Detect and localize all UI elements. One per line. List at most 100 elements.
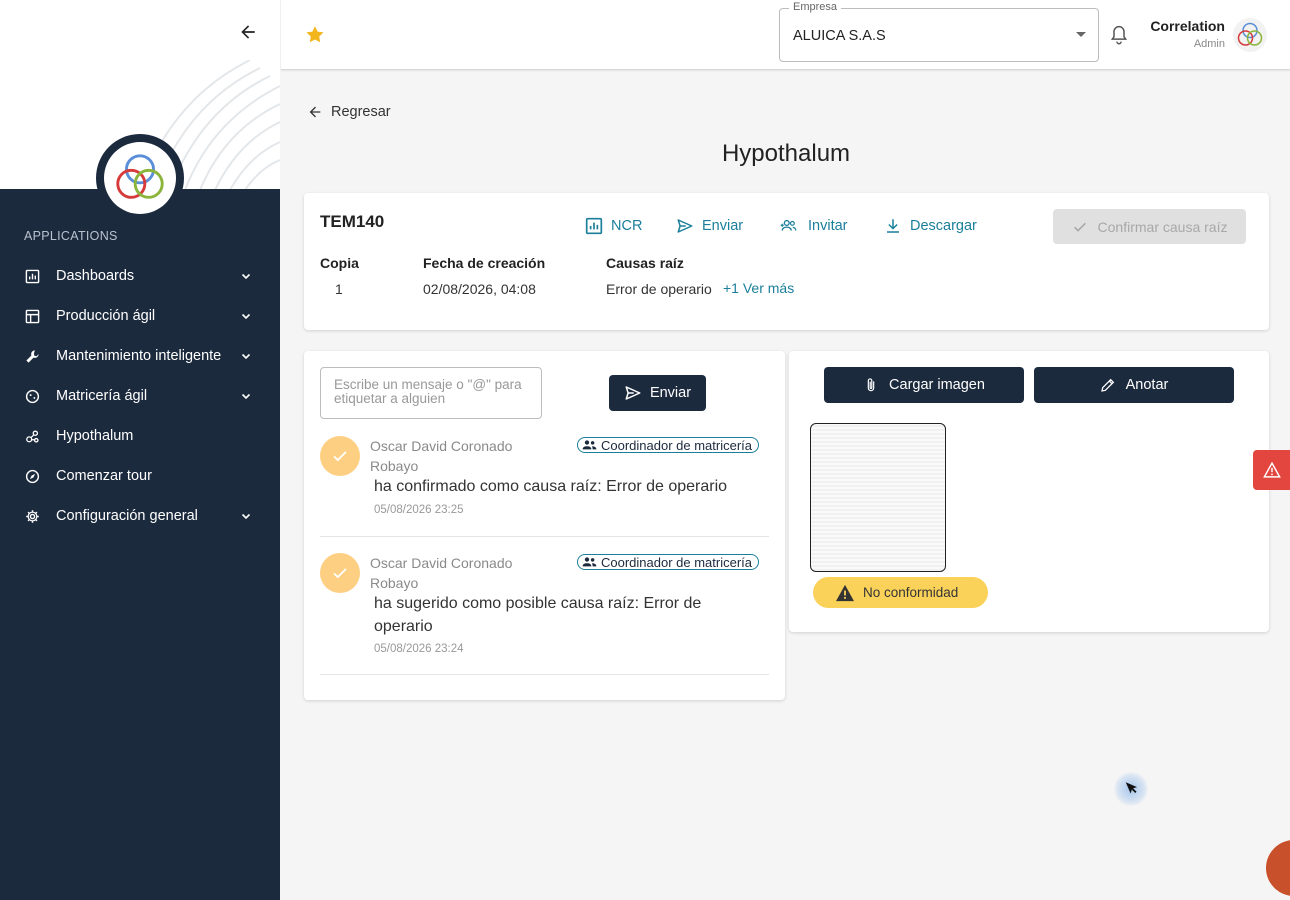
arrow-left-icon [241,25,255,39]
status-badge-label: No conformidad [863,585,959,600]
company-select-value: ALUICA S.A.S [793,28,886,44]
role-badge-label: Coordinador de matricería [601,554,753,570]
report-issue-button[interactable] [1253,450,1290,490]
send-button[interactable]: Enviar [676,217,743,235]
causes-label: Causas raíz [606,255,684,271]
check-icon [320,436,360,476]
send-icon [625,386,641,400]
message-input[interactable] [320,367,542,419]
sidebar-item-produccion-agil[interactable]: Producción ágil [0,296,280,336]
arrow-left-icon [309,106,321,118]
warning-icon [1262,462,1281,478]
causes-value: Error de operario [606,281,712,297]
role-badge: Coordinador de matricería [577,437,760,453]
sidebar-item-label: Hypothalum [56,428,134,444]
record-code: TEM140 [320,212,385,231]
caret-down-icon [1076,32,1086,37]
star-icon[interactable] [303,23,327,47]
page-title: Hypothalum [721,140,851,167]
download-label: Descargar [910,218,977,234]
user-role: Admin [1193,38,1225,50]
sidebar-item-mantenimiento-inteligente[interactable]: Mantenimiento inteligente [0,336,280,376]
chevron-down-icon [240,310,252,322]
rings-logo-icon [1237,22,1263,46]
copy-value: 1 [335,281,343,297]
message-text: ha sugerido como posible causa raíz: Err… [374,595,702,635]
confirm-root-cause-button[interactable]: Confirmar causa raíz [1053,209,1246,244]
ncr-button[interactable]: NCR [585,217,642,235]
sidebar: APPLICATIONS Dashboards Producción ágil … [0,0,280,900]
message-time: 05/08/2026 23:25 [374,504,464,516]
date-label: Fecha de creación [423,255,546,271]
globe-icon [24,388,40,404]
pencil-icon [1100,378,1114,392]
upload-image-button[interactable]: Cargar imagen [824,367,1024,403]
confirm-label: Confirmar causa raíz [1097,218,1228,235]
mouse-cursor-icon [1114,772,1148,806]
see-more-link[interactable]: +1 Ver más [723,280,794,296]
send-message-button[interactable]: Enviar [609,375,706,411]
send-icon [677,219,693,233]
sidebar-item-label: Producción ágil [56,308,156,324]
gear-icon [24,508,40,524]
compass-icon [24,468,40,484]
sidebar-item-comenzar-tour[interactable]: Comenzar tour [0,456,280,496]
top-header: Empresa ALUICA S.A.S Correlation Admin [281,0,1290,70]
table-icon [24,308,40,324]
sidebar-item-configuracion-general[interactable]: Configuración general [0,496,280,536]
chat-support-button[interactable] [1266,840,1290,896]
bell-icon[interactable] [1109,24,1129,46]
paperclip-icon [867,378,875,392]
sidebar-item-hypothalum[interactable]: Hypothalum [0,416,280,456]
chevron-down-icon [240,510,252,522]
invite-button[interactable]: Invitar [778,217,848,235]
applications-label: APPLICATIONS [24,229,118,243]
annotate-button[interactable]: Anotar [1034,367,1234,403]
role-badge-label: Coordinador de matricería [601,437,753,453]
sidebar-item-label: Configuración general [56,508,198,524]
role-badge: Coordinador de matricería [577,554,760,570]
sidebar-item-label: Matricería ágil [56,388,148,404]
company-select[interactable]: Empresa ALUICA S.A.S [779,1,1099,62]
status-badge: No conformidad [813,577,988,608]
molecule-icon [24,428,40,444]
sidebar-nav: Dashboards Producción ágil Mantenimiento… [0,256,280,536]
date-value: 02/08/2026, 04:08 [423,281,536,297]
chevron-down-icon [240,390,252,402]
download-button[interactable]: Descargar [884,217,977,235]
upload-image-label: Cargar imagen [889,377,985,393]
sidebar-item-label: Mantenimiento inteligente [56,348,222,364]
image-thumbnail[interactable] [810,423,946,572]
message-author: Oscar David Coronado Robayo [370,555,513,591]
message-author: Oscar David Coronado Robayo [370,438,513,474]
check-icon [1073,222,1086,232]
sidebar-item-label: Dashboards [56,268,135,284]
chevron-down-icon [240,350,252,362]
send-message-label: Enviar [649,385,692,401]
user-name: Correlation [1150,18,1225,34]
bar-chart-icon [585,217,603,235]
warning-icon [836,584,854,601]
company-select-legend: Empresa [789,1,842,13]
back-link[interactable]: Regresar [307,104,391,120]
invite-label: Invitar [808,218,848,234]
avatar[interactable] [1233,18,1267,52]
people-add-icon [780,219,797,231]
collapse-sidebar-button[interactable] [234,18,262,46]
list-item: Oscar David Coronado Robayo Coordinador … [320,553,769,675]
download-icon [887,219,899,233]
chart-icon [24,268,40,284]
sidebar-item-dashboards[interactable]: Dashboards [0,256,280,296]
sidebar-item-label: Comenzar tour [56,468,152,484]
comments-card: Enviar Oscar David Coronado Robayo Coord… [304,351,785,700]
sidebar-item-matriceria-agil[interactable]: Matricería ágil [0,376,280,416]
check-icon [320,553,360,593]
chevron-down-icon [240,270,252,282]
rings-logo-icon [116,154,164,199]
back-link-label: Regresar [331,104,391,120]
ncr-label: NCR [611,218,643,234]
annotate-label: Anotar [1125,377,1169,393]
list-item: Oscar David Coronado Robayo Coordinador … [320,436,769,537]
message-text: ha confirmado como causa raíz: Error de … [374,478,728,495]
info-card: TEM140 NCR Enviar Invitar Descargar Conf… [304,193,1269,330]
